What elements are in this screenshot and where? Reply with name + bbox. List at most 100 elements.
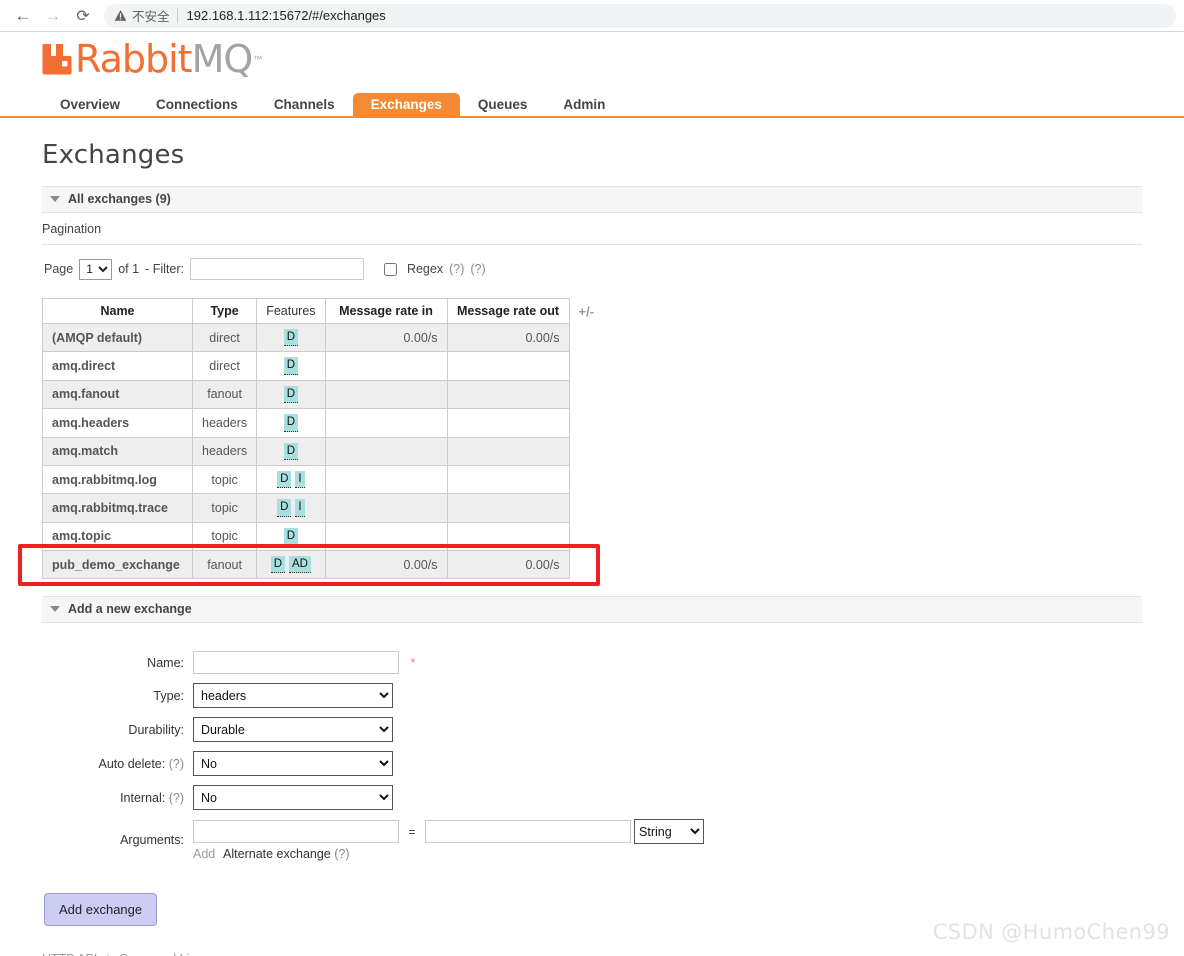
auto-delete-help-link[interactable]: (?): [169, 757, 184, 771]
command-line-link[interactable]: Command Line: [119, 952, 204, 956]
table-row: amq.direct direct D: [42, 351, 595, 381]
cell-exchange-name[interactable]: amq.direct: [42, 351, 193, 381]
cell-spacer: [569, 437, 595, 465]
column-header-type[interactable]: Type: [191, 298, 258, 324]
regex-label: Regex: [406, 262, 444, 276]
add-argument-link[interactable]: Add: [193, 847, 215, 861]
feature-badge[interactable]: D: [283, 414, 299, 432]
feature-badge[interactable]: D: [283, 385, 299, 404]
feature-badge[interactable]: D: [283, 329, 299, 347]
label-type: Type:: [153, 688, 184, 703]
cell-exchange-name[interactable]: amq.rabbitmq.trace: [42, 493, 193, 523]
nav-tab-queues[interactable]: Queues: [460, 93, 546, 118]
address-bar[interactable]: 不安全 192.168.1.112:15672/#/exchanges: [104, 3, 1176, 28]
cell-exchange-name[interactable]: amq.rabbitmq.log: [42, 464, 193, 495]
feature-badge[interactable]: D: [283, 527, 299, 545]
cell-exchange-type: direct: [191, 351, 258, 381]
feature-badge[interactable]: I: [295, 470, 305, 489]
logo-trademark: ™: [253, 54, 263, 64]
exchange-name-input[interactable]: [193, 651, 399, 675]
internal-select[interactable]: No: [193, 785, 393, 811]
page-select[interactable]: 1: [79, 258, 113, 280]
nav-tab-overview[interactable]: Overview: [42, 93, 138, 118]
cell-spacer: [569, 352, 595, 380]
reload-icon[interactable]: ⟳: [68, 1, 98, 31]
filter-help-link[interactable]: (?): [470, 262, 485, 276]
cell-exchange-name[interactable]: (AMQP default): [42, 322, 193, 353]
durability-select[interactable]: Durable: [193, 717, 393, 743]
cell-exchange-name[interactable]: amq.headers: [42, 408, 193, 438]
cell-message-rate-out: [446, 408, 570, 438]
section-title-all-exchanges: All exchanges (9): [68, 192, 171, 206]
arguments-add-row: Add Alternate exchange (?): [193, 844, 704, 861]
column-header-message-rate-in[interactable]: Message rate in: [324, 298, 448, 324]
table-row: (AMQP default) direct D 0.00/s 0.00/s: [42, 322, 595, 353]
form-row-arguments: Arguments: = String Add Alternate exchan…: [42, 818, 705, 862]
cell-exchange-features: D: [256, 521, 326, 552]
page-label: Page: [44, 262, 74, 276]
cell-exchange-name[interactable]: amq.topic: [42, 521, 193, 552]
cell-message-rate-in: [324, 464, 448, 495]
http-api-link[interactable]: HTTP API: [42, 952, 97, 956]
footer-divider: |: [106, 952, 109, 956]
cell-spacer: [569, 494, 595, 522]
cell-message-rate-out: [446, 379, 570, 410]
add-exchange-button[interactable]: Add exchange: [44, 893, 158, 927]
label-arguments: Arguments:: [120, 833, 184, 848]
cell-exchange-type: headers: [191, 408, 258, 438]
feature-badge[interactable]: AD: [289, 556, 311, 574]
section-header-add-exchange[interactable]: Add a new exchange: [42, 596, 1142, 624]
nav-tab-admin[interactable]: Admin: [545, 93, 623, 118]
argument-value-input[interactable]: [424, 820, 631, 844]
cell-exchange-features: DI: [256, 493, 326, 523]
cell-exchange-features: D: [256, 351, 326, 381]
exchange-type-select[interactable]: headers: [193, 683, 393, 709]
cell-message-rate-in: [324, 521, 448, 552]
cell-spacer: [569, 551, 595, 579]
table-row: amq.match headers D: [42, 436, 595, 466]
filter-input[interactable]: [189, 258, 364, 280]
rabbitmq-logo[interactable]: Rabbit MQ ™: [42, 38, 1184, 80]
cell-exchange-name[interactable]: pub_demo_exchange: [42, 549, 193, 580]
cell-message-rate-in: [324, 408, 448, 438]
regex-help-link[interactable]: (?): [449, 262, 464, 276]
internal-help-link[interactable]: (?): [169, 791, 184, 805]
cell-exchange-features: D AD: [256, 549, 326, 580]
nav-tab-channels[interactable]: Channels: [256, 93, 353, 118]
nav-tab-exchanges[interactable]: Exchanges: [352, 92, 460, 117]
back-icon[interactable]: ←: [8, 1, 38, 31]
form-row-type: Type: headers: [42, 682, 705, 709]
feature-badge[interactable]: D: [270, 556, 286, 574]
cell-exchange-features: D: [256, 408, 326, 438]
form-row-durability: Durability: Durable: [42, 716, 705, 743]
feature-badge[interactable]: I: [295, 499, 305, 517]
feature-badge[interactable]: D: [277, 470, 292, 489]
logo-text-primary: Rabbit: [75, 37, 193, 81]
feature-badge[interactable]: D: [283, 357, 299, 375]
toggle-columns-button[interactable]: +/-: [570, 304, 595, 319]
nav-tab-connections[interactable]: Connections: [138, 93, 256, 118]
feature-badge[interactable]: D: [283, 442, 299, 460]
section-header-all-exchanges[interactable]: All exchanges (9): [42, 186, 1142, 213]
exchanges-table: Name Type Features Message rate in Messa…: [42, 298, 595, 580]
regex-checkbox[interactable]: [383, 262, 397, 276]
feature-badge[interactable]: D: [277, 499, 292, 517]
argument-type-select[interactable]: String: [634, 819, 705, 845]
cell-exchange-name[interactable]: amq.match: [42, 436, 193, 466]
forward-icon[interactable]: →: [38, 1, 68, 31]
alternate-exchange-link[interactable]: Alternate exchange: [223, 847, 331, 861]
cell-exchange-name[interactable]: amq.fanout: [42, 379, 193, 410]
browser-toolbar: ← → ⟳ 不安全 192.168.1.112:15672/#/exchange…: [0, 0, 1184, 32]
cell-message-rate-out: 0.00/s: [446, 322, 570, 353]
cell-message-rate-out: [446, 351, 570, 381]
cell-spacer: [569, 324, 595, 352]
collapse-caret-icon-2: [50, 606, 60, 613]
column-header-message-rate-out[interactable]: Message rate out: [446, 298, 570, 324]
argument-key-input[interactable]: [193, 820, 399, 844]
alternate-exchange-help-link[interactable]: (?): [334, 847, 349, 861]
add-exchange-form: Name: * Type: headers Durability: Durabl…: [42, 623, 1142, 927]
column-header-name[interactable]: Name: [42, 298, 193, 324]
cell-message-rate-in: 0.00/s: [324, 549, 448, 580]
label-name: Name:: [147, 655, 184, 670]
auto-delete-select[interactable]: No: [193, 751, 393, 777]
